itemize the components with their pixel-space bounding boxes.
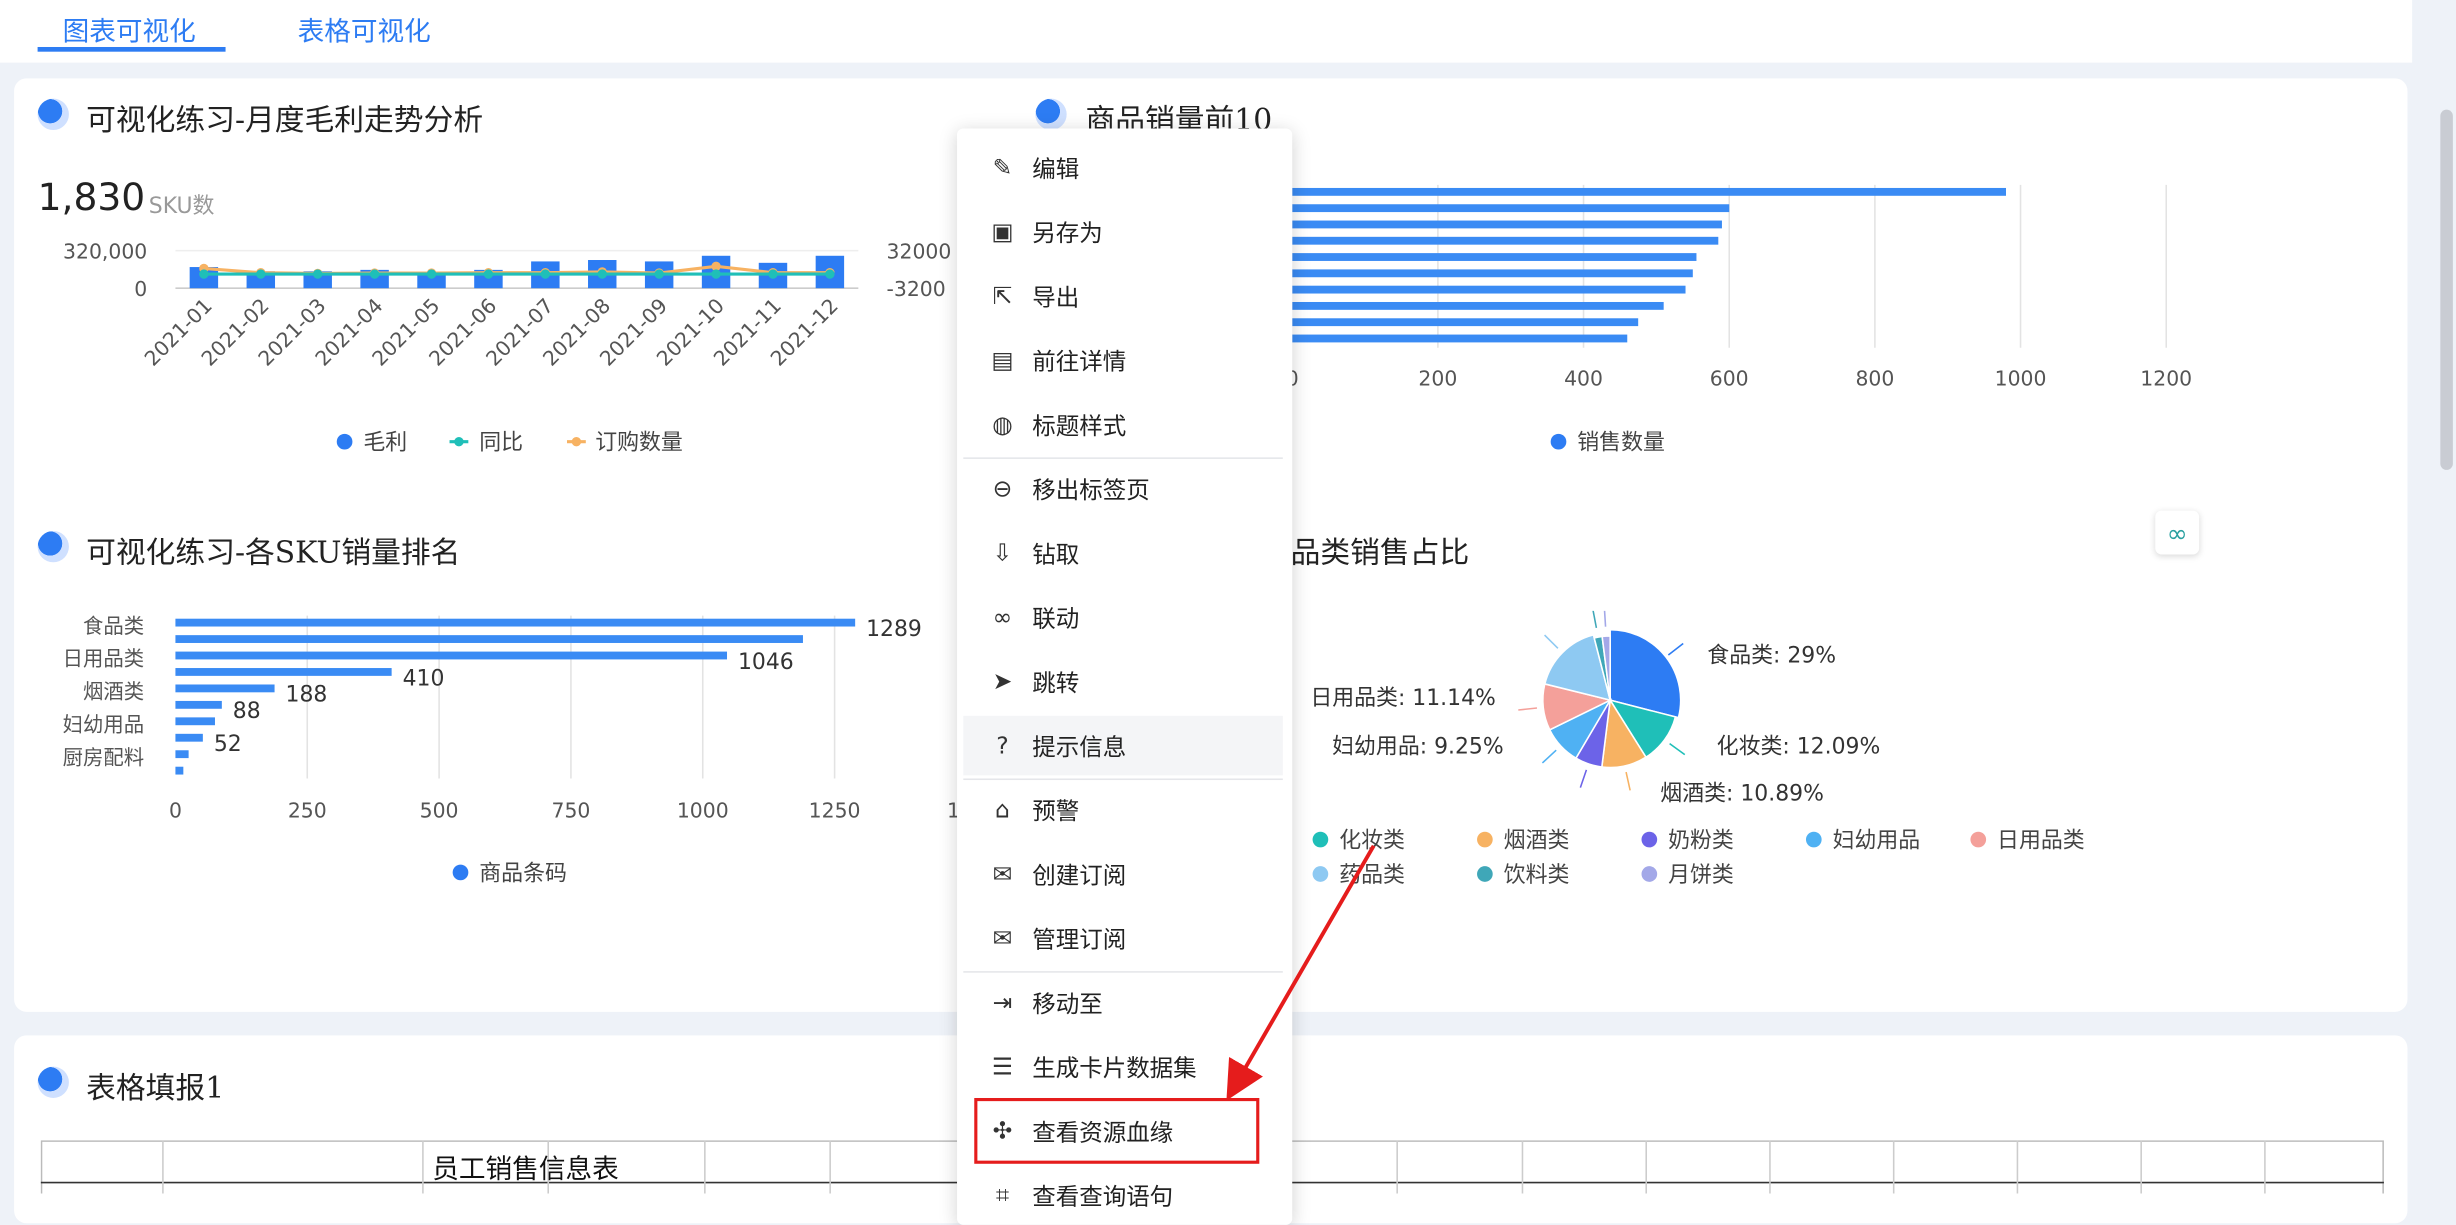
dashboard: 图表可视化 表格可视化 可视化练习-月度毛利走势分析 1,830 SKU数 32… — [0, 0, 2456, 1225]
annotation-arrow — [1226, 844, 1376, 1101]
